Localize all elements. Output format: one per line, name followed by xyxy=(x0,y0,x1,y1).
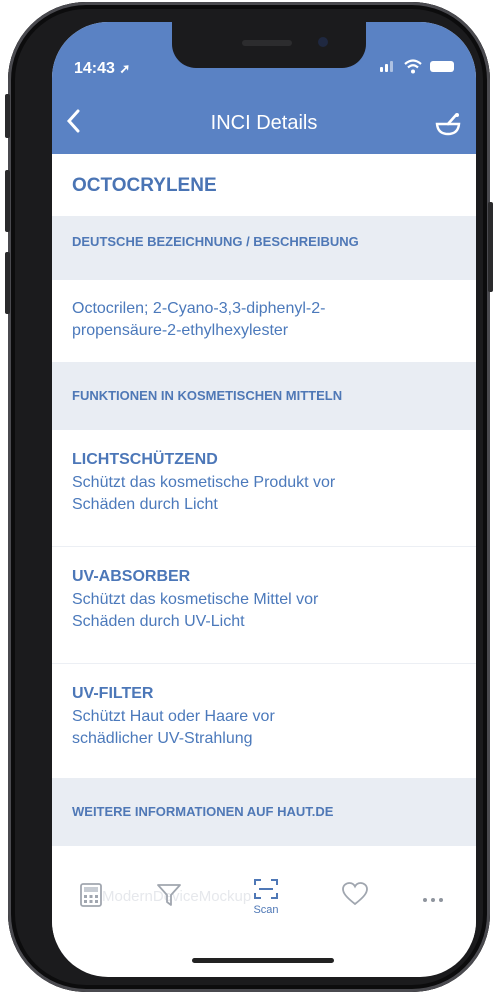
phone-frame: 14:43 ➚ INCI Details OCTOCRYLENE DEUTSCH… xyxy=(5,2,493,992)
function-item[interactable]: UV-FILTER Schützt Haut oder Haare vor sc… xyxy=(52,664,476,778)
time-text: 14:43 xyxy=(74,60,115,77)
status-icons xyxy=(380,58,454,76)
section-heading: DEUTSCHE BEZEICHNUNG / BESCHREIBUNG xyxy=(72,234,359,249)
more-icon[interactable] xyxy=(422,890,444,908)
german-name-line: propensäure-2-ethylhexylester xyxy=(72,322,289,339)
camera xyxy=(318,37,328,47)
function-desc: Schäden durch Licht xyxy=(72,496,218,513)
heart-icon[interactable] xyxy=(342,882,368,911)
section-heading: WEITERE INFORMATIONEN AUF HAUT.DE xyxy=(72,804,334,819)
scan-label: Scan xyxy=(253,904,279,916)
function-name: UV-FILTER xyxy=(72,685,154,702)
section-functions: FUNKTIONEN IN KOSMETISCHEN MITTELN xyxy=(52,362,476,430)
more-info-link[interactable]: WEITERE INFORMATIONEN AUF HAUT.DE xyxy=(52,778,476,846)
scan-tab[interactable]: Scan xyxy=(248,878,284,916)
nav-header: 14:43 ➚ INCI Details xyxy=(52,22,476,154)
notch xyxy=(172,22,366,68)
app-screen: 14:43 ➚ INCI Details OCTOCRYLENE DEUTSCH… xyxy=(52,22,476,977)
function-desc: Schützt Haut oder Haare vor xyxy=(72,708,275,725)
scan-icon xyxy=(254,879,278,899)
function-item[interactable]: UV-ABSORBER Schützt das kosmetische Mitt… xyxy=(52,547,476,664)
function-desc: Schäden durch UV-Licht xyxy=(72,613,245,630)
function-desc: schädlicher UV-Strahlung xyxy=(72,730,253,747)
battery-icon xyxy=(430,61,454,72)
status-time: 14:43 ➚ xyxy=(74,60,130,78)
function-item[interactable]: LICHTSCHÜTZEND Schützt das kosmetische P… xyxy=(52,430,476,547)
wifi-icon xyxy=(404,59,422,74)
power-button xyxy=(488,202,493,292)
page-title: INCI Details xyxy=(210,112,318,134)
function-name: UV-ABSORBER xyxy=(72,568,191,585)
function-desc: Schützt das kosmetische Produkt vor xyxy=(72,474,336,491)
tab-bar: ModernDeviceMockup Scan xyxy=(52,868,476,942)
volume-down-button xyxy=(5,252,10,314)
function-name: LICHTSCHÜTZEND xyxy=(72,451,218,468)
function-desc: Schützt das kosmetische Mittel vor xyxy=(72,591,319,608)
calculator-icon[interactable] xyxy=(78,882,104,913)
details-content: OCTOCRYLENE DEUTSCHE BEZEICHNUNG / BESCH… xyxy=(52,154,476,846)
german-name-line: Octocrilen; 2-Cyano-3,3-diphenyl-2- xyxy=(72,300,326,317)
filter-icon[interactable] xyxy=(156,882,182,913)
section-heading: FUNKTIONEN IN KOSMETISCHEN MITTELN xyxy=(72,388,343,403)
title-row: INCI Details xyxy=(52,106,476,146)
volume-up-button xyxy=(5,170,10,232)
location-arrow-icon: ➚ xyxy=(119,61,131,76)
section-german-name: DEUTSCHE BEZEICHNUNG / BESCHREIBUNG xyxy=(52,216,476,280)
ingredient-name: OCTOCRYLENE xyxy=(72,175,217,196)
signal-icon xyxy=(380,58,396,74)
mortar-bowl-icon[interactable] xyxy=(434,112,462,138)
side-switch xyxy=(5,94,10,138)
german-name-text: Octocrilen; 2-Cyano-3,3-diphenyl-2- prop… xyxy=(52,280,476,362)
home-indicator[interactable] xyxy=(192,958,334,963)
speaker xyxy=(242,40,292,46)
